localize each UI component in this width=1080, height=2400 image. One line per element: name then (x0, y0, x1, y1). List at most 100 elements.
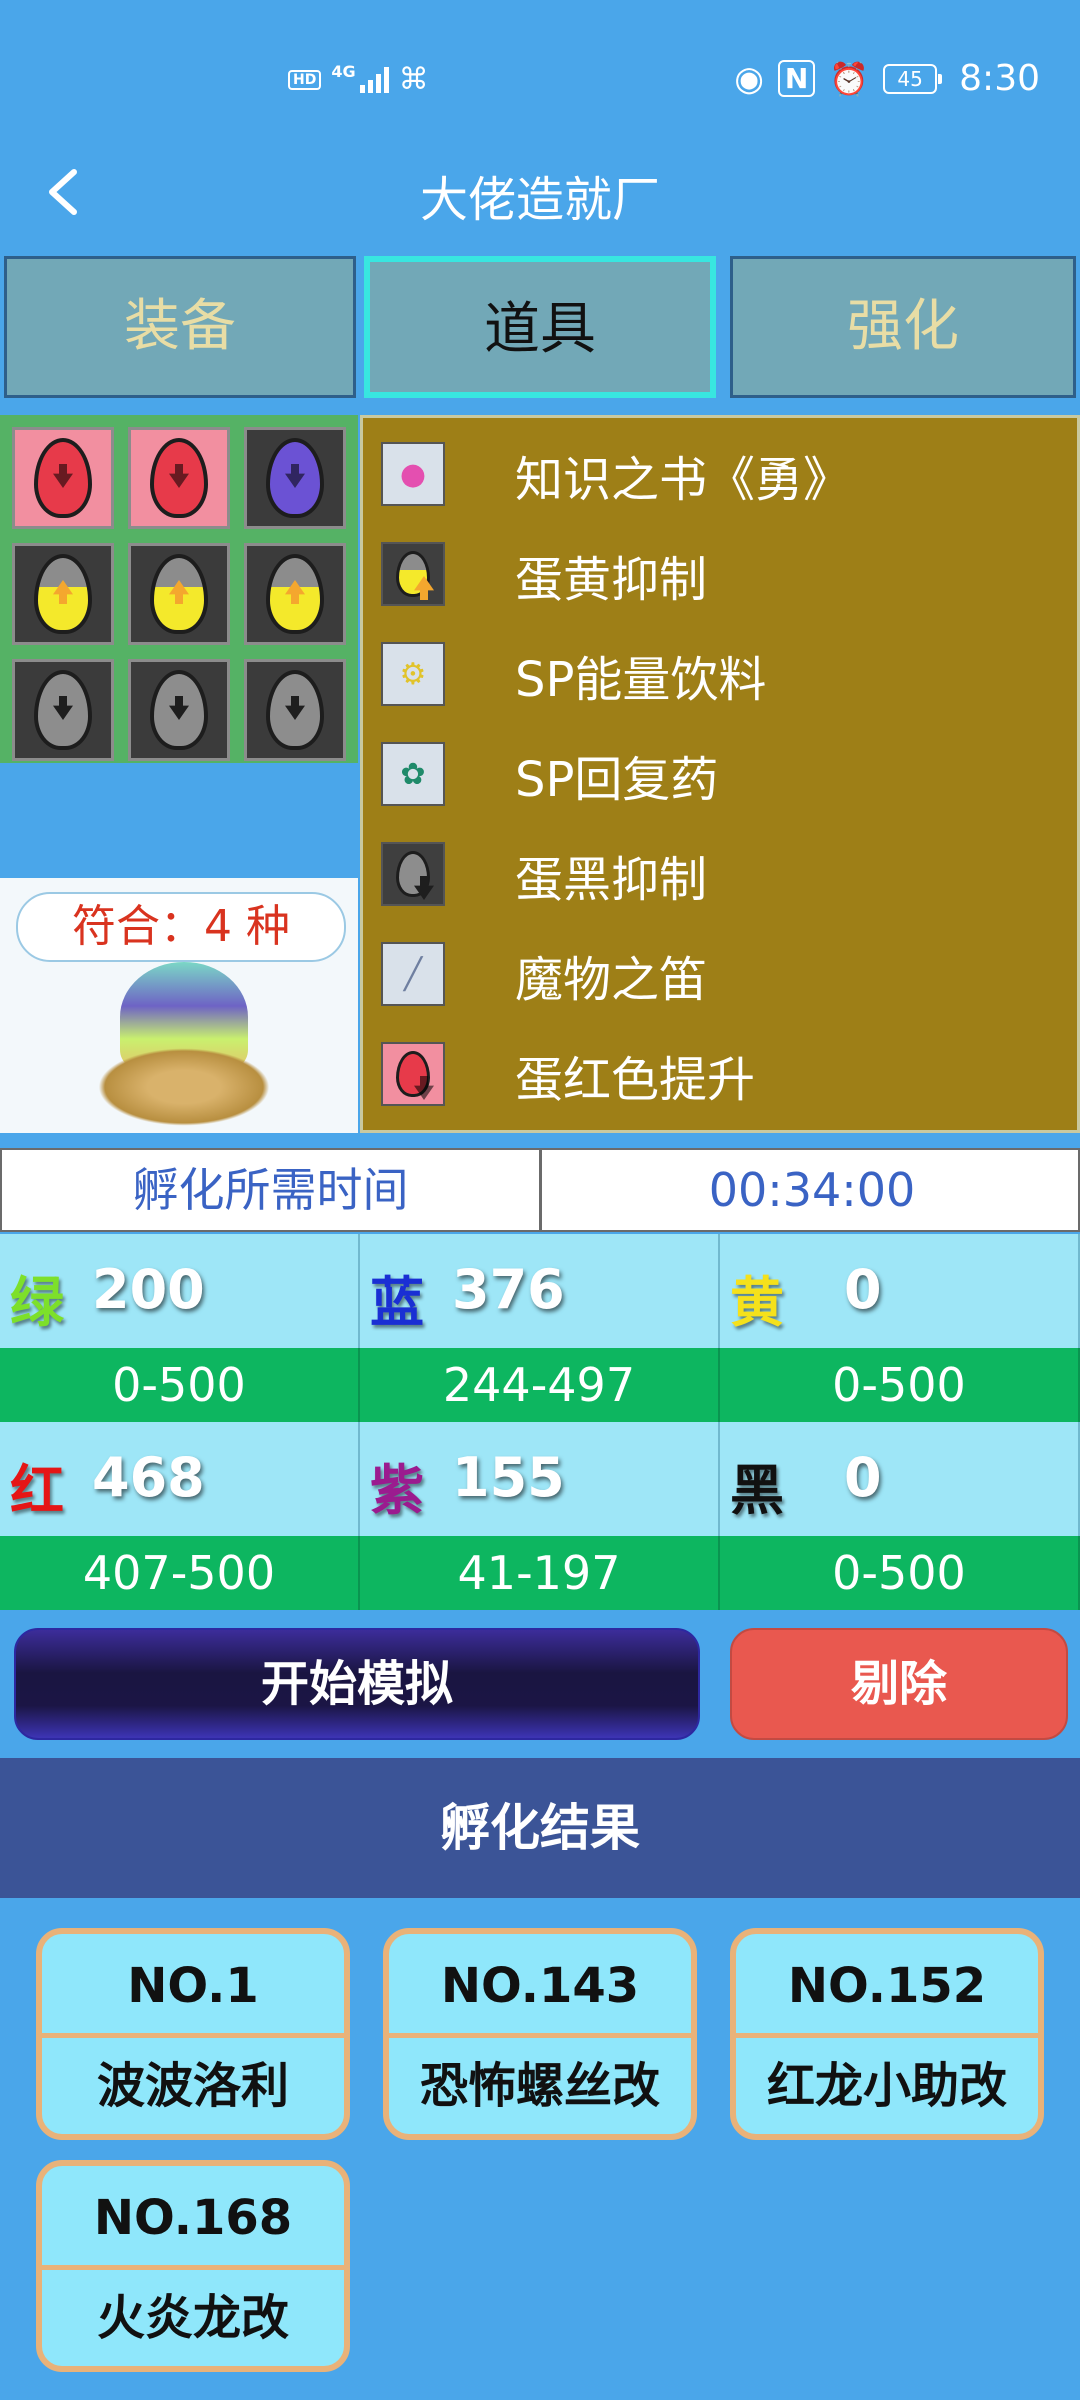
stat-range: 41-197 (360, 1536, 720, 1610)
yellow-egg-icon (34, 554, 92, 634)
flute-icon: ╱ (381, 942, 445, 1006)
hatch-time-row: 孵化所需时间 00:34:00 (0, 1148, 1080, 1232)
egg-slot[interactable] (244, 659, 346, 761)
stat-yellow: 黄 0 (720, 1234, 1080, 1348)
stat-value: 468 (92, 1446, 205, 1509)
remove-button[interactable]: 剔除 (730, 1628, 1068, 1740)
result-name: 恐怖螺丝改 (419, 2058, 660, 2114)
stat-value: 0 (844, 1258, 882, 1321)
egg-grid (0, 415, 358, 763)
item-name: SP能量饮料 (515, 652, 767, 708)
egg-slot[interactable] (128, 427, 230, 529)
nfc-icon: N (777, 60, 816, 97)
egg-slot[interactable] (12, 659, 114, 761)
herb-icon: ✿ (381, 742, 445, 806)
stat-label: 红 (10, 1459, 64, 1522)
status-right: ◉ N ⏰ 45 8:30 (734, 58, 1040, 99)
red-egg-icon (381, 1042, 445, 1106)
stat-label: 黄 (730, 1271, 784, 1334)
stat-label: 蓝 (370, 1271, 424, 1334)
book-icon: ● (381, 442, 445, 506)
egg-slot[interactable] (244, 427, 346, 529)
tab-bar: 装备 道具 强化 (4, 256, 1076, 398)
list-item[interactable]: ⚙ SP能量饮料 (363, 618, 1077, 718)
egg-slot[interactable] (244, 543, 346, 645)
stat-value: 155 (452, 1446, 565, 1509)
egg-slot[interactable] (128, 543, 230, 645)
network-type: 4G (331, 62, 356, 81)
item-name: 蛋黄抑制 (515, 552, 708, 608)
list-item[interactable]: ╱ 魔物之笛 (363, 918, 1077, 1018)
item-list: ● 知识之书《勇》 蛋黄抑制 ⚙ SP能量饮料 ✿ SP回复药 蛋黑抑制 ╱ 魔… (360, 415, 1080, 1133)
result-number: NO.168 (42, 2166, 344, 2270)
stat-range: 0-500 (720, 1348, 1080, 1422)
red-egg-icon (34, 438, 92, 518)
rainbow-egg-nest-image (98, 962, 270, 1126)
gray-egg-icon (34, 670, 92, 750)
result-card[interactable]: NO.168 火炎龙改 (36, 2160, 350, 2372)
signal-icon (359, 66, 389, 93)
alarm-icon: ⏰ (829, 59, 870, 98)
gray-egg-icon (150, 670, 208, 750)
stat-range: 244-497 (360, 1348, 720, 1422)
egg-slot[interactable] (12, 543, 114, 645)
result-name: 红龙小助改 (766, 2058, 1007, 2114)
purple-egg-icon (266, 438, 324, 518)
yellow-egg-icon (266, 554, 324, 634)
result-name: 波波洛利 (96, 2058, 289, 2114)
results-header: 孵化结果 (0, 1758, 1080, 1898)
battery-icon: 45 (883, 63, 943, 94)
status-left: HD 4G ⌘ (288, 62, 429, 97)
stat-blue: 蓝 376 (360, 1234, 720, 1348)
stat-black: 黑 0 (720, 1422, 1080, 1536)
grid-spacer (0, 763, 358, 878)
match-panel: 符合：4 种 (0, 878, 358, 1133)
result-name: 火炎龙改 (96, 2290, 289, 2346)
clock: 8:30 (959, 58, 1040, 99)
stat-range: 0-500 (720, 1536, 1080, 1610)
start-simulation-button[interactable]: 开始模拟 (14, 1628, 700, 1740)
item-name: SP回复药 (515, 752, 719, 808)
list-item[interactable]: ✿ SP回复药 (363, 718, 1077, 818)
list-item[interactable]: ● 知识之书《勇》 (363, 418, 1077, 518)
result-card[interactable]: NO.1 波波洛利 (36, 1928, 350, 2140)
result-number: NO.1 (42, 1934, 344, 2038)
egg-slot[interactable] (128, 659, 230, 761)
potion-bottle-icon: ⚙ (381, 642, 445, 706)
stat-range: 0-500 (0, 1348, 360, 1422)
wifi-icon: ⌘ (398, 62, 429, 97)
stat-label: 黑 (730, 1459, 784, 1522)
stat-label: 绿 (10, 1271, 64, 1334)
tab-items[interactable]: 道具 (364, 256, 716, 398)
egg-slot[interactable] (12, 427, 114, 529)
app-header: 大佬造就厂 (0, 140, 1080, 240)
result-number: NO.143 (389, 1934, 691, 2038)
result-number: NO.152 (736, 1934, 1038, 2038)
stat-label: 紫 (370, 1459, 424, 1522)
item-name: 蛋黑抑制 (515, 852, 708, 908)
stat-range: 407-500 (0, 1536, 360, 1610)
list-item[interactable]: 蛋黄抑制 (363, 518, 1077, 618)
match-count-badge: 符合：4 种 (16, 892, 346, 962)
stat-purple: 紫 155 (360, 1422, 720, 1536)
stat-value: 200 (92, 1258, 205, 1321)
item-name: 魔物之笛 (515, 952, 708, 1008)
result-card[interactable]: NO.143 恐怖螺丝改 (383, 1928, 697, 2140)
gray-egg-icon (381, 842, 445, 906)
tab-enhance[interactable]: 强化 (730, 256, 1076, 398)
stat-red: 红 468 (0, 1422, 360, 1536)
red-egg-icon (150, 438, 208, 518)
tab-equipment[interactable]: 装备 (4, 256, 356, 398)
yellow-egg-icon (150, 554, 208, 634)
result-card[interactable]: NO.152 红龙小助改 (730, 1928, 1044, 2140)
hatch-time-value: 00:34:00 (708, 1163, 916, 1217)
list-item[interactable]: 蛋红色提升 (363, 1018, 1077, 1118)
item-name: 蛋红色提升 (515, 1052, 756, 1108)
hd-badge: HD (288, 69, 322, 90)
yellow-egg-icon (381, 542, 445, 606)
hatch-time-label: 孵化所需时间 (2, 1150, 542, 1230)
stat-value: 376 (452, 1258, 565, 1321)
color-stats-table: 绿 200 蓝 376 黄 0 0-500 244-497 0-500 红 46… (0, 1234, 1080, 1610)
list-item[interactable]: 蛋黑抑制 (363, 818, 1077, 918)
eye-icon: ◉ (734, 58, 764, 99)
